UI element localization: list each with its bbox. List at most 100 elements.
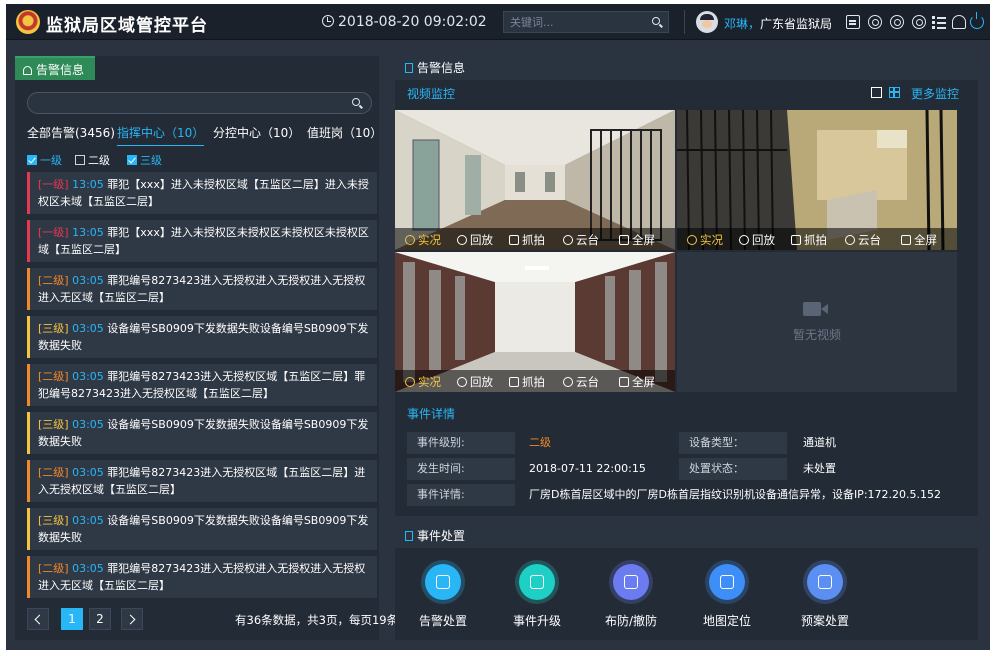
document-icon — [405, 63, 413, 73]
fullscreen-button[interactable]: 全屏 — [619, 232, 655, 248]
alert-item[interactable]: [三级] 03:05 设备编号SB0909下发数据失败设备编号SB0909下发数… — [27, 508, 377, 550]
next-page-button[interactable] — [121, 608, 143, 630]
fullscreen-button[interactable]: 全屏 — [901, 232, 937, 248]
page-button-1[interactable]: 1 — [61, 608, 83, 630]
handling-actions: 告警处置 事件升级 布防/撤防 地图定位 预案处置 — [395, 560, 978, 636]
camera-icon — [791, 235, 801, 245]
header-search-button[interactable] — [646, 12, 668, 32]
event-upgrade-button[interactable]: 事件升级 — [497, 560, 577, 636]
settings-icon[interactable] — [890, 15, 904, 29]
avatar[interactable] — [696, 11, 718, 33]
alert-info-tab[interactable]: 告警信息 — [15, 56, 95, 80]
tab-command-center[interactable]: 指挥中心（10） — [117, 124, 205, 146]
video-toolbar: 实况 回放 抓拍 云台 全屏 — [677, 228, 957, 250]
event-level-value: 二级 — [529, 436, 551, 449]
alert-time: 03:05 — [72, 418, 104, 431]
snapshot-button[interactable]: 抓拍 — [791, 232, 827, 248]
message-icon[interactable] — [846, 15, 860, 29]
ptz-button[interactable]: 云台 — [563, 374, 599, 390]
prev-page-button[interactable] — [27, 608, 49, 630]
fullscreen-label: 全屏 — [632, 375, 655, 389]
gear-icon[interactable] — [912, 15, 926, 29]
alert-time: 13:05 — [72, 226, 104, 239]
filter-level-1[interactable]: 一级 — [27, 152, 62, 168]
live-button[interactable]: 实况 — [405, 374, 441, 390]
ptz-label: 云台 — [576, 375, 599, 389]
more-monitors-link[interactable]: 更多监控 — [911, 85, 959, 102]
playback-button[interactable]: 回放 — [457, 374, 493, 390]
alert-item[interactable]: [三级] 03:05 设备编号SB0909下发数据失败设备编号SB0909下发数… — [27, 412, 377, 454]
filter-level-2[interactable]: 二级 — [75, 152, 110, 168]
alert-item[interactable]: [一级] 13:05 罪犯【xxx】进入未授权区未授权区未授权区未授权区域【五监… — [27, 220, 377, 262]
playback-button[interactable]: 回放 — [457, 232, 493, 248]
snapshot-label: 抓拍 — [522, 375, 545, 389]
device-type-value: 通道机 — [803, 436, 836, 449]
event-handling-panel: 事件处置 告警处置 事件升级 布防/撤防 地图定位 预案处置 — [395, 524, 978, 640]
alert-item[interactable]: [二级] 03:05 罪犯编号8273423进入无授权进入无授权进入无授权进入无… — [27, 268, 377, 310]
clock-icon — [322, 15, 334, 27]
app-window: 监狱局区域管控平台 2018-08-20 09:02:02 邓琳，广东省监狱局 … — [6, 4, 990, 650]
alert-search-input[interactable] — [27, 92, 372, 114]
video-feed-1[interactable]: 实况 回放 抓拍 云台 全屏 — [395, 110, 675, 250]
circle-icon[interactable] — [868, 15, 882, 29]
user-info[interactable]: 邓琳，广东省监狱局 — [724, 15, 832, 32]
alert-time: 03:05 — [72, 466, 104, 479]
alert-item[interactable]: [二级] 03:05 罪犯编号8273423进入无授权进入无授权进入无授权进入无… — [27, 556, 377, 598]
alarm-detail-panel: 告警信息 视频监控 更多监控 实况 回放 抓拍 云台 全屏 实况 回放 抓拍 云… — [395, 56, 978, 516]
header-search-input[interactable] — [504, 12, 644, 32]
video-feed-2[interactable]: 实况 回放 抓拍 云台 全屏 — [677, 110, 957, 250]
single-view-icon[interactable] — [871, 87, 882, 98]
filter-level-3[interactable]: 三级 — [127, 152, 162, 168]
fullscreen-label: 全屏 — [632, 233, 655, 247]
event-section-title: 事件详情 — [407, 407, 456, 421]
ptz-button[interactable]: 云台 — [563, 232, 599, 248]
snapshot-button[interactable]: 抓拍 — [509, 374, 545, 390]
handling-panel-title: 事件处置 — [417, 529, 466, 543]
video-feed-3[interactable]: 实况 回放 抓拍 云台 全屏 — [395, 252, 675, 392]
live-label: 实况 — [700, 233, 723, 247]
fullscreen-button[interactable]: 全屏 — [619, 374, 655, 390]
ptz-button[interactable]: 云台 — [845, 232, 881, 248]
arm-disarm-button[interactable]: 布防/撤防 — [591, 560, 671, 636]
tab-all-alerts[interactable]: 全部告警(3456) — [27, 124, 115, 141]
expand-icon — [901, 235, 911, 245]
alert-item[interactable]: [三级] 03:05 设备编号SB0909下发数据失败设备编号SB0909下发数… — [27, 316, 377, 358]
playback-button[interactable]: 回放 — [739, 232, 775, 248]
event-time-label: 发生时间: — [407, 458, 515, 480]
alert-item[interactable]: [二级] 03:05 罪犯编号8273423进入无授权区域【五监区二层】罪犯编号… — [27, 364, 377, 406]
power-icon[interactable] — [970, 12, 984, 29]
plan-handle-button[interactable]: 预案处置 — [785, 560, 865, 636]
top-header: 监狱局区域管控平台 2018-08-20 09:02:02 邓琳，广东省监狱局 — [6, 4, 990, 40]
user-icon[interactable] — [952, 15, 966, 29]
tab-duty-post[interactable]: 值班岗（10） — [307, 124, 382, 141]
list-icon[interactable] — [932, 15, 946, 29]
page-button-2[interactable]: 2 — [89, 608, 111, 630]
user-name: 邓琳 — [724, 17, 749, 31]
datetime-display: 2018-08-20 09:02:02 — [322, 14, 487, 30]
alert-item[interactable]: [二级] 03:05 罪犯编号8273423进入无授权区域【五监区二层】进入无授… — [27, 460, 377, 502]
map-locate-button[interactable]: 地图定位 — [687, 560, 767, 636]
alert-item[interactable]: [一级] 13:05 罪犯【xxx】进入未授权区域【五监区二层】进入未授权区未域… — [27, 172, 377, 214]
alert-level: [二级] — [38, 274, 69, 287]
grid-view-icon[interactable] — [889, 87, 900, 98]
plan-handle-label: 预案处置 — [800, 614, 849, 628]
alert-time: 13:05 — [72, 178, 104, 191]
alert-time: 03:05 — [72, 514, 104, 527]
alert-time: 03:05 — [72, 274, 104, 287]
alert-level: [三级] — [38, 418, 69, 431]
tab-sub-center[interactable]: 分控中心（10） — [213, 124, 300, 141]
event-level-label: 事件级别: — [407, 432, 515, 454]
event-upgrade-label: 事件升级 — [512, 614, 561, 628]
filter-level-3-label: 三级 — [140, 154, 162, 167]
snapshot-button[interactable]: 抓拍 — [509, 232, 545, 248]
checkbox-checked-icon — [27, 155, 37, 165]
alarm-handle-button[interactable]: 告警处置 — [403, 560, 483, 636]
search-icon[interactable] — [352, 98, 360, 106]
alarm-panel-header: 告警信息 — [395, 56, 978, 80]
live-button[interactable]: 实况 — [405, 232, 441, 248]
live-button[interactable]: 实况 — [687, 232, 723, 248]
video-feed-empty: 暂无视频 — [677, 252, 957, 392]
layers-icon — [425, 564, 461, 600]
device-type-label: 设备类型： — [679, 432, 787, 454]
ptz-icon — [845, 235, 855, 245]
